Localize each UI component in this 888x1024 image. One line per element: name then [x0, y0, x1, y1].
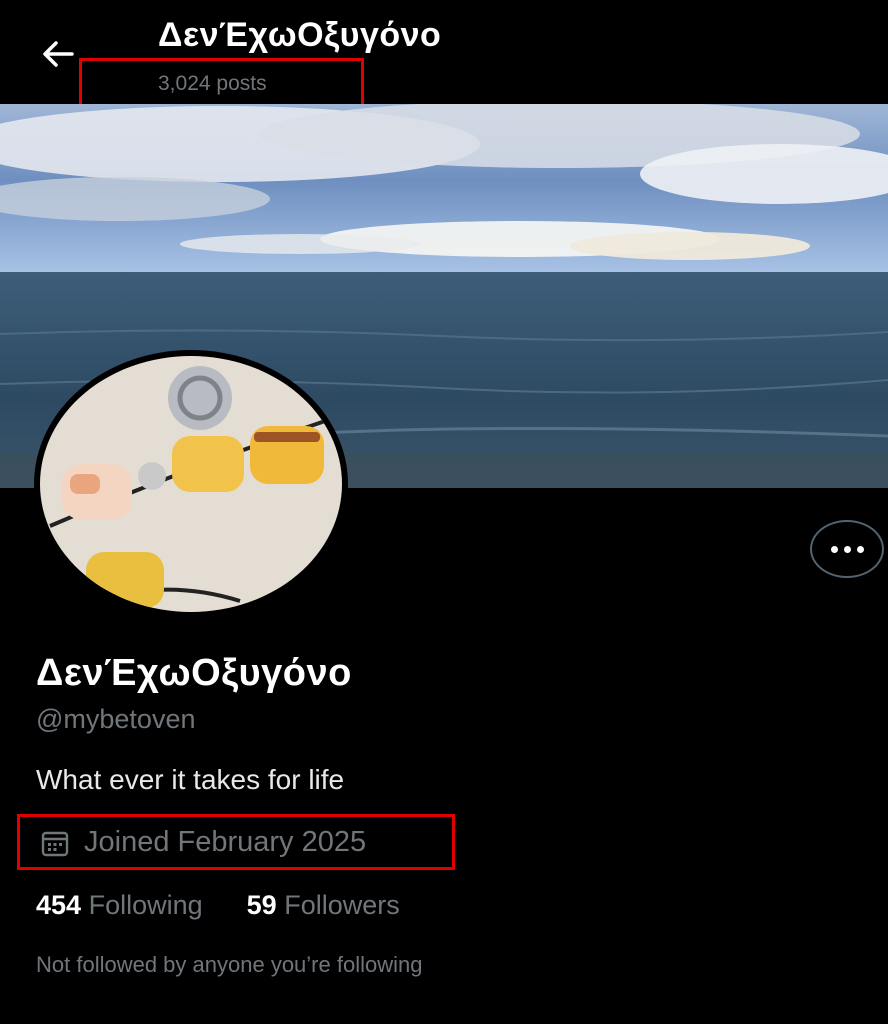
avatar-frame[interactable]	[34, 350, 348, 618]
profile-bio: What ever it takes for life	[36, 764, 345, 795]
following-label: Following	[88, 890, 203, 920]
avatar	[40, 356, 342, 612]
followers-link[interactable]: 59 Followers	[247, 890, 400, 921]
header-display-name: ΔενΈχωΟξυγόνο	[158, 16, 442, 54]
arrow-left-icon	[43, 41, 74, 67]
more-options-button[interactable]	[810, 520, 884, 578]
joined-text: Joined February 2025	[84, 826, 367, 858]
follow-stats: 454 Following 59 Followers	[36, 890, 400, 921]
followers-count: 59	[246, 890, 277, 920]
profile-handle: @mybetoven	[36, 704, 196, 734]
post-count: 3,024 posts	[158, 72, 267, 95]
following-count: 454	[36, 890, 82, 920]
avatar-image	[40, 356, 342, 612]
followers-label: Followers	[284, 890, 400, 920]
following-link[interactable]: 454 Following	[36, 890, 203, 921]
joined-date: Joined February 2025	[40, 826, 366, 859]
back-button[interactable]	[38, 34, 78, 74]
calendar-icon	[41, 831, 69, 856]
more-options-icon	[830, 545, 864, 553]
profile-display-name: ΔενΈχωΟξυγόνο	[36, 652, 352, 694]
profile-header-bar: ΔενΈχωΟξυγόνο 3,024 posts	[0, 0, 888, 104]
mutuals-note: Not followed by anyone you’re following	[36, 952, 423, 977]
